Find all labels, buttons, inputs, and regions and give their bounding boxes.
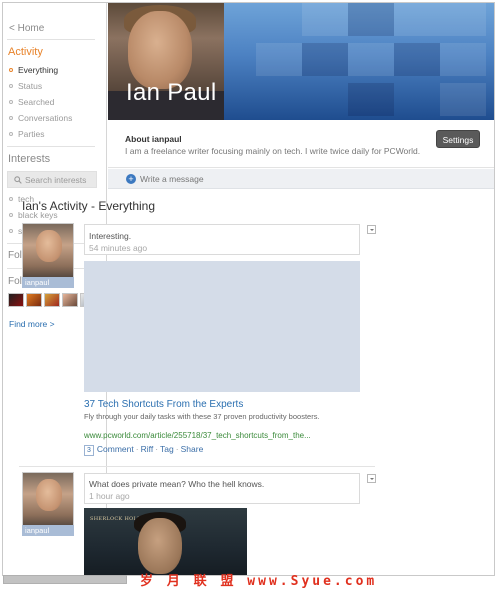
- post-timestamp: 54 minutes ago: [89, 243, 148, 253]
- follower-avatar[interactable]: [62, 293, 78, 307]
- interests-heading: Interests: [8, 153, 51, 165]
- sidebar-item-label: Status: [18, 81, 43, 91]
- sidebar-item-label: Conversations: [18, 113, 73, 123]
- divider: [7, 146, 95, 147]
- sidebar-item-label: Everything: [18, 65, 59, 75]
- write-message-label: Write a message: [140, 174, 204, 184]
- plus-icon: +: [126, 174, 136, 184]
- bullet-icon: [9, 83, 13, 88]
- comment-link[interactable]: Comment: [97, 444, 134, 454]
- share-link[interactable]: Share: [181, 444, 204, 454]
- profile-name: Ian Paul: [126, 79, 217, 106]
- collapse-icon[interactable]: [367, 225, 376, 234]
- post-timestamp: 1 hour ago: [89, 491, 130, 501]
- find-more-link[interactable]: Find more >: [9, 319, 55, 329]
- home-link[interactable]: < Home: [9, 23, 44, 34]
- bullet-icon: [9, 228, 13, 233]
- watermark: 岁 月 联 盟 www.Syue.com: [140, 574, 378, 589]
- search-icon: [14, 176, 22, 184]
- post-username[interactable]: ianpaul: [22, 525, 74, 536]
- sidebar-item-conversations[interactable]: Conversations: [9, 113, 72, 123]
- tag-link[interactable]: Tag: [160, 444, 174, 454]
- settings-button[interactable]: Settings: [436, 130, 480, 148]
- sidebar-item-label: Parties: [18, 129, 45, 139]
- avatar[interactable]: [22, 223, 74, 285]
- write-message-bar[interactable]: + Write a message: [108, 169, 494, 189]
- post-username[interactable]: ianpaul: [22, 277, 74, 288]
- post-text: What does private mean? Who the hell kno…: [89, 479, 265, 489]
- about-text: I am a freelance writer focusing mainly …: [125, 146, 421, 156]
- bullet-icon: [9, 115, 13, 120]
- activity-title: Ian's Activity - Everything: [22, 199, 156, 213]
- follower-avatar[interactable]: [8, 293, 24, 307]
- link-description: Fly through your daily tasks with these …: [84, 412, 320, 421]
- divider: [19, 466, 375, 467]
- link-title[interactable]: 37 Tech Shortcuts From the Experts: [84, 399, 243, 410]
- post-image[interactable]: SHERLOCK HOLMES: [84, 508, 247, 575]
- sidebar-item-parties[interactable]: Parties: [9, 129, 44, 139]
- sidebar-item-label: Searched: [18, 97, 55, 107]
- collapse-icon[interactable]: [367, 474, 376, 483]
- bullet-icon: [9, 196, 13, 201]
- bullet-icon: [9, 67, 13, 72]
- search-placeholder: Search interests: [25, 175, 87, 185]
- sidebar-item-status[interactable]: Status: [9, 81, 42, 91]
- divider: [7, 39, 95, 40]
- sidebar-item-searched[interactable]: Searched: [9, 97, 54, 107]
- about-title: About ianpaul: [125, 134, 182, 144]
- comment-count-badge: 3: [84, 445, 94, 456]
- bullet-icon: [9, 99, 13, 104]
- link-preview-image[interactable]: [84, 261, 360, 392]
- horizontal-scrollbar[interactable]: [3, 575, 127, 584]
- search-interests-input[interactable]: Search interests: [7, 171, 97, 188]
- sidebar-item-everything[interactable]: Everything: [9, 65, 58, 75]
- riff-link[interactable]: Riff: [141, 444, 154, 454]
- follower-avatar[interactable]: [44, 293, 60, 307]
- bullet-icon: [9, 131, 13, 136]
- followers-list: [8, 293, 96, 307]
- post-actions: 3 Comment · Riff · Tag · Share: [84, 444, 203, 456]
- post-text: Interesting.: [89, 231, 132, 241]
- about-section: About ianpaul I am a freelance writer fo…: [108, 120, 494, 168]
- profile-header: Ian Paul: [108, 3, 494, 120]
- app-window: < Home Activity Everything Status Search…: [2, 2, 495, 576]
- activity-heading: Activity: [8, 46, 43, 58]
- bullet-icon: [9, 212, 13, 217]
- link-url[interactable]: www.pcworld.com/article/255718/37_tech_s…: [84, 431, 311, 440]
- follower-avatar[interactable]: [26, 293, 42, 307]
